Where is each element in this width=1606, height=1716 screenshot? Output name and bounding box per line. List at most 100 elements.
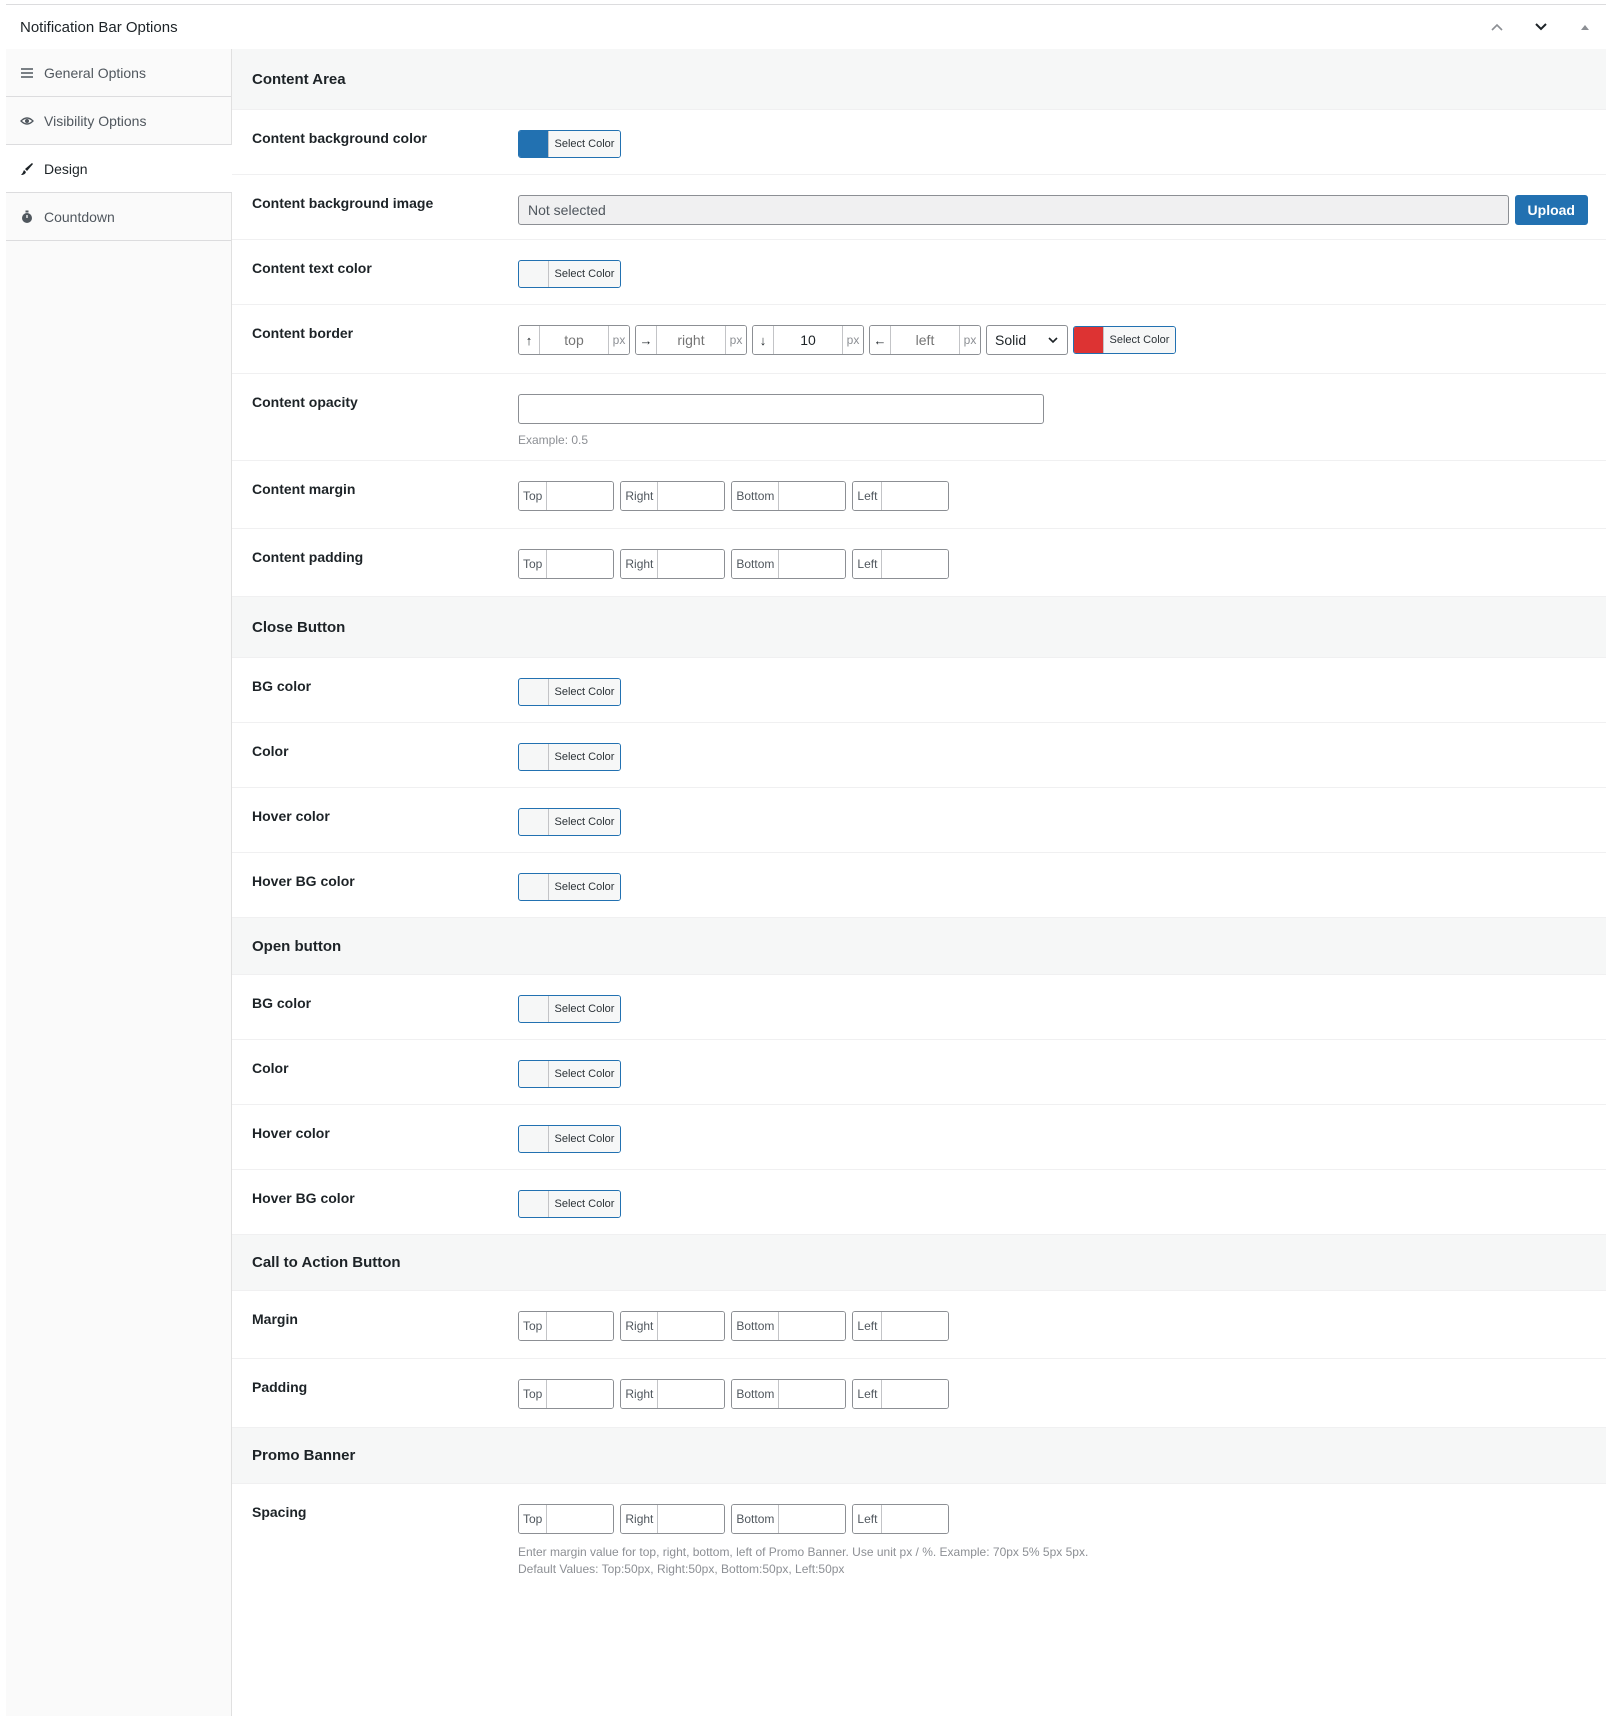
notification-bar-options-panel: Notification Bar Options General Options (6, 4, 1606, 1716)
spacing-bottom-input[interactable] (779, 1505, 846, 1533)
box-label: Left (853, 550, 883, 578)
border-right-group: → px (635, 325, 747, 355)
row-content-border: Content border ↑ px → px (232, 305, 1606, 374)
color-swatch (519, 874, 549, 900)
sidebar-item-countdown[interactable]: Countdown (6, 193, 231, 241)
margin-left-input[interactable] (882, 482, 949, 510)
chevron-down-icon (1048, 337, 1058, 344)
row-open-hover-bg-color: Hover BG color Select Color (232, 1170, 1606, 1235)
margin-bottom-input[interactable] (779, 482, 846, 510)
row-cta-margin: Margin Top Right Bottom Left (232, 1291, 1606, 1359)
select-color-label: Select Color (549, 1191, 620, 1217)
close-hover-bg-color-picker[interactable]: Select Color (518, 873, 621, 901)
spacing-right-input[interactable] (658, 1505, 725, 1533)
border-left-input[interactable] (891, 326, 959, 354)
content-text-color-picker[interactable]: Select Color (518, 260, 621, 288)
padding-right-input[interactable] (658, 550, 725, 578)
content-bg-color-picker[interactable]: Select Color (518, 130, 621, 158)
border-top-input[interactable] (540, 326, 608, 354)
color-swatch (519, 809, 549, 835)
sidebar-item-general-options[interactable]: General Options (6, 49, 231, 97)
box-label: Bottom (732, 550, 780, 578)
cta-padding-bottom-input[interactable] (779, 1380, 846, 1408)
box-label: Top (519, 550, 548, 578)
margin-top-input[interactable] (547, 482, 614, 510)
border-top-group: ↑ px (518, 325, 630, 355)
row-close-bg-color: BG color Select Color (232, 658, 1606, 723)
select-color-label: Select Color (549, 1061, 620, 1087)
field-label: Content text color (252, 260, 372, 276)
open-color-picker[interactable]: Select Color (518, 1060, 621, 1088)
color-swatch (519, 1061, 549, 1087)
upload-button[interactable]: Upload (1514, 195, 1588, 225)
row-open-hover-color: Hover color Select Color (232, 1105, 1606, 1170)
border-color-picker[interactable]: Select Color (1073, 326, 1176, 354)
margin-right-input[interactable] (658, 482, 725, 510)
color-swatch (519, 1126, 549, 1152)
padding-top-input[interactable] (547, 550, 614, 578)
row-content-bg-image: Content background image Upload (232, 175, 1606, 240)
cta-padding-inputs: Top Right Bottom Left (518, 1379, 1606, 1409)
field-label: Margin (252, 1311, 298, 1327)
cta-margin-right-input[interactable] (658, 1312, 725, 1340)
sidebar-item-design[interactable]: Design (6, 145, 232, 193)
row-content-bg-color: Content background color Select Color (232, 110, 1606, 175)
field-label: Content opacity (252, 394, 358, 410)
box-label: Right (621, 1380, 659, 1408)
color-swatch (519, 744, 549, 770)
border-bottom-input[interactable] (774, 326, 842, 354)
cta-padding-right-input[interactable] (658, 1380, 725, 1408)
move-up-button[interactable] (1484, 14, 1510, 40)
cta-margin-left-input[interactable] (882, 1312, 949, 1340)
cta-margin-top-input[interactable] (547, 1312, 614, 1340)
color-swatch (519, 996, 549, 1022)
close-color-picker[interactable]: Select Color (518, 743, 621, 771)
open-bg-color-picker[interactable]: Select Color (518, 995, 621, 1023)
triangle-up-icon (1581, 25, 1589, 30)
row-promo-spacing: Spacing Top Right Bottom Left Enter marg… (232, 1484, 1606, 1594)
unit-label: px (959, 326, 980, 354)
cta-margin-inputs: Top Right Bottom Left (518, 1311, 1606, 1341)
sidebar-item-label: Countdown (44, 208, 115, 225)
field-label: Hover BG color (252, 1190, 355, 1206)
options-sidebar: General Options Visibility Options Desig… (6, 49, 232, 1716)
row-close-hover-color: Hover color Select Color (232, 788, 1606, 853)
sidebar-item-visibility-options[interactable]: Visibility Options (6, 97, 231, 145)
select-color-label: Select Color (549, 874, 620, 900)
box-label: Bottom (732, 1312, 780, 1340)
padding-bottom-input[interactable] (779, 550, 846, 578)
color-swatch (519, 261, 549, 287)
box-label: Top (519, 1505, 548, 1533)
sidebar-item-label: General Options (44, 64, 146, 81)
border-style-select[interactable]: Solid (986, 325, 1068, 355)
border-right-input[interactable] (657, 326, 725, 354)
content-opacity-input[interactable] (518, 394, 1044, 424)
stopwatch-icon (20, 210, 34, 224)
row-content-margin: Content margin Top Right Bottom Left (232, 461, 1606, 529)
toggle-panel-button[interactable] (1572, 14, 1598, 40)
sidebar-item-label: Design (44, 160, 88, 177)
field-label: Content background color (252, 130, 427, 146)
design-options-content: Content Area Content background color Se… (232, 49, 1606, 1716)
field-label: Hover color (252, 1125, 330, 1141)
arrow-down-icon: ↓ (753, 326, 774, 354)
row-cta-padding: Padding Top Right Bottom Left (232, 1359, 1606, 1428)
box-label: Bottom (732, 1380, 780, 1408)
list-icon (20, 66, 34, 80)
bg-image-path-input[interactable] (518, 195, 1509, 225)
open-hover-color-picker[interactable]: Select Color (518, 1125, 621, 1153)
cta-margin-bottom-input[interactable] (779, 1312, 846, 1340)
spacing-top-input[interactable] (547, 1505, 614, 1533)
spacing-left-input[interactable] (882, 1505, 949, 1533)
border-style-value: Solid (995, 332, 1027, 348)
move-down-button[interactable] (1528, 14, 1554, 40)
cta-padding-left-input[interactable] (882, 1380, 949, 1408)
panel-title: Notification Bar Options (20, 18, 178, 36)
padding-left-input[interactable] (882, 550, 949, 578)
close-bg-color-picker[interactable]: Select Color (518, 678, 621, 706)
box-label: Bottom (732, 1505, 780, 1533)
box-label: Right (621, 482, 659, 510)
open-hover-bg-color-picker[interactable]: Select Color (518, 1190, 621, 1218)
cta-padding-top-input[interactable] (547, 1380, 614, 1408)
close-hover-color-picker[interactable]: Select Color (518, 808, 621, 836)
